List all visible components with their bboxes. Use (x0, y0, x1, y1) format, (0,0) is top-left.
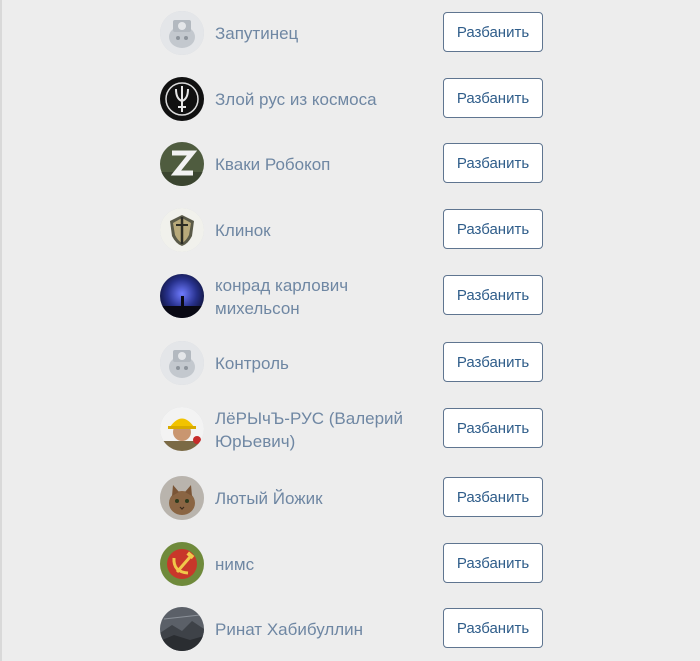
user-avatar[interactable] (160, 341, 204, 385)
user-name[interactable]: Кваки Робокоп (215, 153, 430, 176)
user-avatar[interactable] (160, 407, 204, 451)
night-sky-photo-icon (160, 274, 204, 318)
user-avatar[interactable] (160, 208, 204, 252)
cat-photo-icon (160, 476, 204, 520)
unban-button[interactable]: Разбанить (443, 608, 543, 648)
unban-button[interactable]: Разбанить (443, 78, 543, 118)
user-name[interactable]: ЛёРЫчЪ-РУС (Валерий ЮрЬевич) (215, 407, 430, 453)
user-name[interactable]: Контроль (215, 352, 430, 375)
unban-button[interactable]: Разбанить (443, 477, 543, 517)
unban-button[interactable]: Разбанить (443, 12, 543, 52)
trident-emblem-icon (160, 77, 204, 121)
hard-hat-person-icon (160, 407, 204, 451)
user-name[interactable]: Ринат Хабибуллин (215, 618, 430, 641)
user-avatar[interactable] (160, 607, 204, 651)
landscape-photo-icon (160, 607, 204, 651)
user-name[interactable]: нимс (215, 553, 430, 576)
user-name[interactable]: Злой рус из космоса (215, 88, 430, 111)
unban-button[interactable]: Разбанить (443, 543, 543, 583)
unban-button[interactable]: Разбанить (443, 209, 543, 249)
unban-button[interactable]: Разбанить (443, 342, 543, 382)
unban-button[interactable]: Разбанить (443, 275, 543, 315)
camera-placeholder-icon (160, 341, 204, 385)
user-avatar[interactable] (160, 476, 204, 520)
user-avatar[interactable] (160, 77, 204, 121)
unban-button[interactable]: Разбанить (443, 143, 543, 183)
z-letter-icon (160, 142, 204, 186)
shield-sword-icon (160, 208, 204, 252)
user-avatar[interactable] (160, 142, 204, 186)
user-name[interactable]: Запутинец (215, 22, 430, 45)
user-avatar[interactable] (160, 11, 204, 55)
user-avatar[interactable] (160, 274, 204, 318)
hammer-sickle-icon (160, 542, 204, 586)
unban-button[interactable]: Разбанить (443, 408, 543, 448)
user-name[interactable]: Клинок (215, 219, 430, 242)
user-name[interactable]: Лютый Йожик (215, 487, 430, 510)
user-name[interactable]: конрад карлович михельсон (215, 274, 430, 320)
user-avatar[interactable] (160, 542, 204, 586)
camera-placeholder-icon (160, 11, 204, 55)
banned-users-list: Запутинец Разбанить Злой рус из космоса … (0, 0, 700, 661)
